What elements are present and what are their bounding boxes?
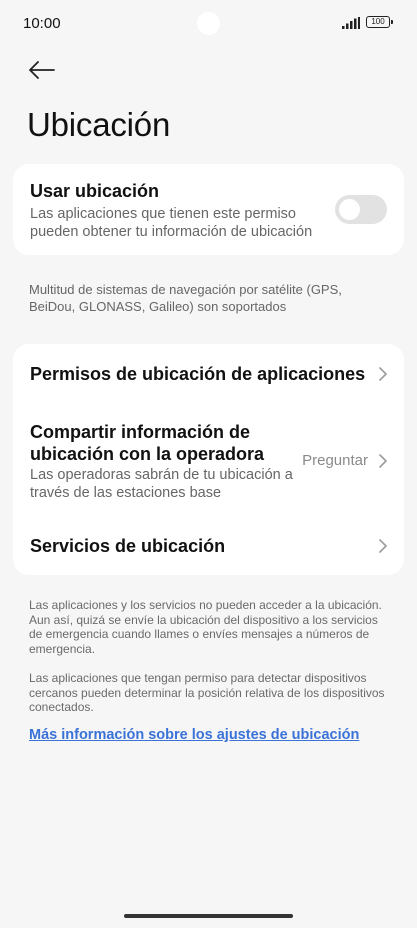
back-button[interactable] [26,56,58,84]
status-time: 10:00 [23,15,61,32]
back-arrow-icon [29,61,55,79]
use-location-toggle[interactable] [335,195,387,224]
chevron-right-icon [379,367,387,381]
carrier-location-sharing-row[interactable]: Compartir información de ubicación con l… [13,406,404,516]
page-title: Ubicación [27,106,171,143]
app-location-permissions-row[interactable]: Permisos de ubicación de aplicaciones [13,344,404,406]
location-services-title: Servicios de ubicación [30,536,226,556]
location-settings-info-link[interactable]: Más información sobre los ajustes de ubi… [29,727,359,743]
carrier-location-sharing-title: Compartir información de ubicación con l… [30,422,265,464]
nearby-devices-note: Las aplicaciones que tengan permiso para… [29,671,385,714]
camera-cutout [197,12,220,35]
emergency-location-note: Las aplicaciones y los servicios no pued… [29,598,382,656]
toggle-knob [339,199,360,220]
carrier-location-sharing-subtitle: Las operadoras sabrán de tu ubicación a … [30,467,293,501]
use-location-title: Usar ubicación [30,181,160,201]
app-location-permissions-title: Permisos de ubicación de aplicaciones [30,364,366,384]
gnss-note: Multitud de sistemas de navegación por s… [29,282,342,314]
location-settings-card: Permisos de ubicación de aplicaciones Co… [13,344,404,575]
location-services-row[interactable]: Servicios de ubicación [13,516,404,575]
location-settings-screen: 10:00 100 Ubicación Usar ubicación Las a… [0,0,417,928]
use-location-subtitle: Las aplicaciones que tienen este permiso… [30,206,313,240]
status-bar: 10:00 100 [0,0,417,48]
chevron-right-icon [379,454,387,468]
chevron-right-icon [379,539,387,553]
use-location-card[interactable]: Usar ubicación Las aplicaciones que tien… [13,164,404,255]
carrier-location-sharing-value: Preguntar [302,452,368,469]
battery-level: 100 [366,16,390,28]
home-indicator[interactable] [124,914,293,918]
battery-icon: 100 [366,16,394,30]
signal-icon [342,17,360,29]
